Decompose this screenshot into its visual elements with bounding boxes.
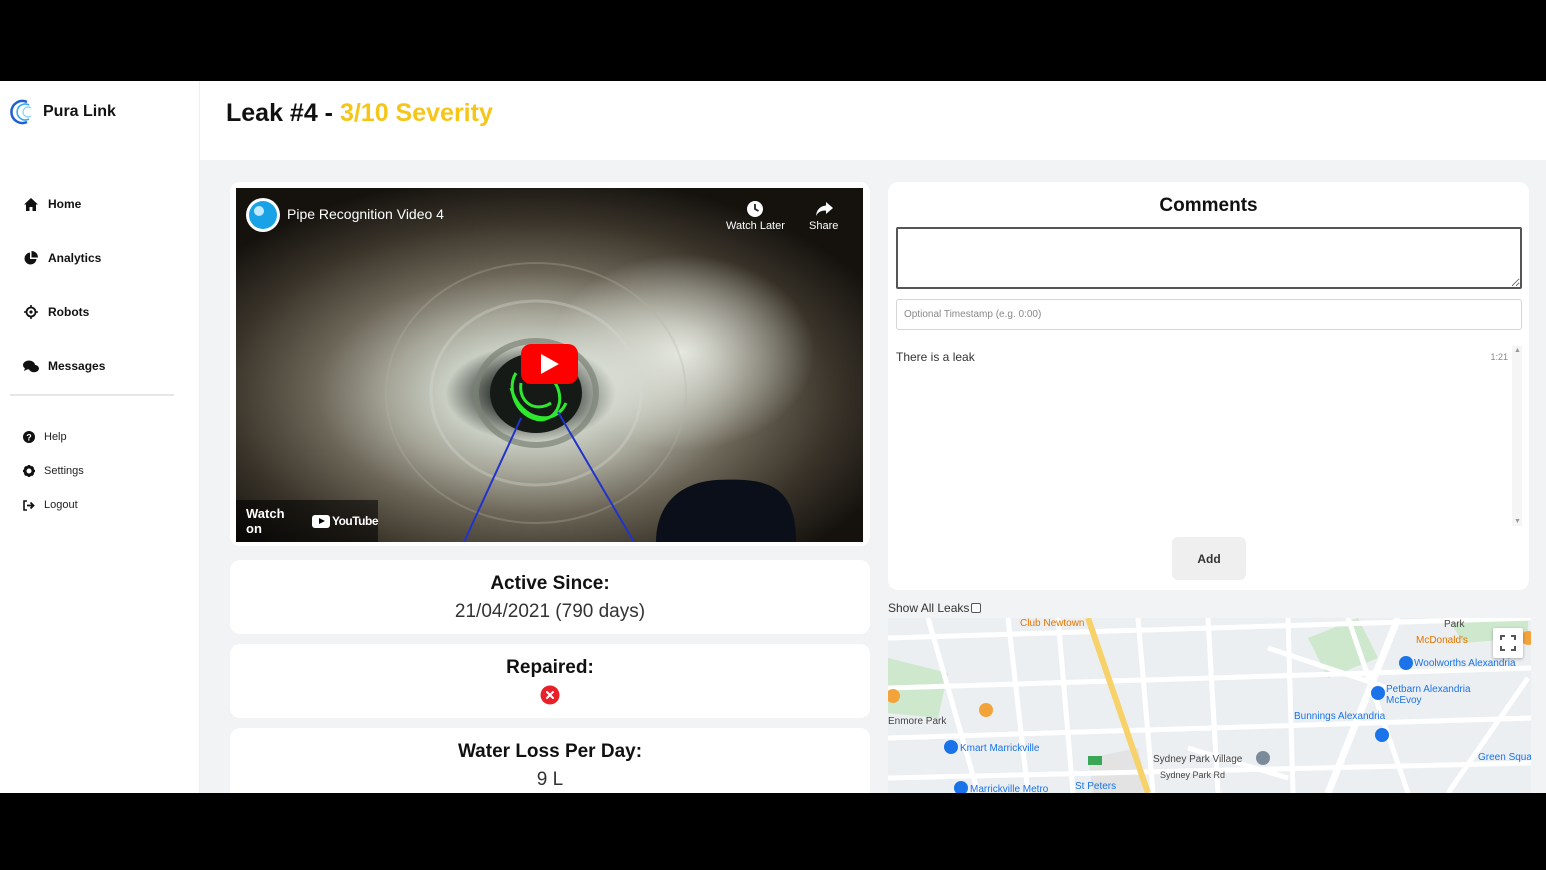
channel-avatar[interactable] — [246, 198, 280, 232]
sidebar-item-label: Analytics — [48, 251, 102, 265]
sidebar-item-analytics[interactable]: Analytics — [22, 231, 182, 285]
comment-list[interactable]: There is a leak 1:21 ▲ ▼ — [896, 346, 1522, 526]
crosshair-icon — [22, 303, 40, 321]
sidebar: Pura Link Home Analytics Robots Messages… — [0, 81, 200, 793]
sidebar-divider — [10, 394, 174, 396]
app-window: Pura Link Home Analytics Robots Messages… — [0, 81, 1546, 793]
sidebar-item-label: Messages — [48, 359, 106, 373]
chat-icon — [22, 357, 40, 375]
comments-title: Comments — [1159, 195, 1258, 216]
map-label[interactable]: Kmart Marrickville — [960, 743, 1039, 754]
repaired-label: Repaired: — [506, 657, 594, 678]
sidebar-item-logout[interactable]: Logout — [22, 488, 182, 522]
home-icon — [22, 195, 40, 213]
video-title[interactable]: Pipe Recognition Video 4 — [287, 206, 444, 222]
map-label[interactable]: Woolworths Alexandria — [1414, 658, 1516, 669]
youtube-logo-icon: YouTube — [311, 514, 379, 528]
active-since-label: Active Since: — [490, 573, 610, 594]
watch-later-label: Watch Later — [726, 220, 785, 232]
comment-text: There is a leak — [896, 350, 975, 364]
timestamp-input[interactable] — [896, 299, 1522, 330]
show-all-leaks-label: Show All Leaks — [888, 601, 970, 615]
show-all-leaks-checkbox[interactable] — [971, 603, 982, 613]
clock-icon — [746, 198, 764, 220]
map-label[interactable]: Petbarn Alexandria McEvoy — [1386, 684, 1486, 706]
scroll-up-icon[interactable]: ▲ — [1514, 347, 1521, 354]
watch-on-youtube-button[interactable]: Watch on YouTube — [236, 500, 379, 542]
comment-timestamp[interactable]: 1:21 — [1490, 352, 1508, 362]
map-label[interactable]: Green Square — [1478, 752, 1531, 763]
sidebar-item-label: Home — [48, 197, 82, 211]
water-loss-card: Water Loss Per Day: 9 L — [230, 728, 870, 793]
play-icon — [540, 354, 559, 374]
sidebar-item-label: Logout — [44, 499, 78, 511]
sidebar-item-messages[interactable]: Messages — [22, 339, 182, 393]
map-label[interactable]: Bunnings Alexandria — [1294, 711, 1385, 722]
logout-icon — [22, 498, 36, 512]
map-fullscreen-button[interactable] — [1493, 628, 1523, 658]
fullscreen-icon — [1500, 635, 1516, 651]
sidebar-item-home[interactable]: Home — [22, 177, 182, 231]
severity-label: 3/10 Severity — [339, 99, 493, 127]
water-loss-value: 9 L — [536, 769, 564, 790]
map-label[interactable]: Sydney Park Rd — [1160, 770, 1225, 780]
pura-link-logo-icon — [10, 99, 36, 125]
youtube-label: YouTube — [331, 514, 379, 528]
sidebar-item-label: Help — [44, 431, 67, 443]
share-icon — [815, 198, 833, 220]
pie-chart-icon — [22, 249, 40, 267]
sidebar-item-help[interactable]: ? Help — [22, 420, 182, 454]
active-since-card: Active Since: 21/04/2021 (790 days) — [230, 560, 870, 634]
play-button[interactable] — [521, 344, 578, 384]
comment-scrollbar[interactable]: ▲ ▼ — [1512, 346, 1522, 526]
share-label: Share — [809, 220, 839, 232]
page-header: Leak #4 - 3/10 Severity — [200, 81, 1546, 160]
page-title: Leak #4 - 3/10 Severity — [226, 99, 493, 128]
brand-name: Pura Link — [43, 103, 116, 120]
map-label[interactable]: McDonald's — [1416, 635, 1468, 646]
share-button[interactable]: Share — [809, 198, 838, 232]
map-label[interactable]: Marrickville Metro — [970, 784, 1048, 793]
map-label[interactable]: Club Newtown — [1020, 618, 1084, 629]
question-icon: ? — [22, 430, 36, 444]
map-label[interactable]: Enmore Park — [888, 716, 946, 727]
map-label[interactable]: Sydney Park Village — [1153, 754, 1242, 765]
video-card: Pipe Recognition Video 4 Watch Later Sha… — [230, 182, 870, 546]
primary-nav: Home Analytics Robots Messages — [22, 177, 182, 393]
sidebar-item-label: Settings — [44, 465, 84, 477]
main-content: Pipe Recognition Video 4 Watch Later Sha… — [200, 160, 1546, 793]
sidebar-item-settings[interactable]: Settings — [22, 454, 182, 488]
watch-later-button[interactable]: Watch Later — [726, 198, 785, 232]
watch-on-label: Watch on — [246, 506, 285, 536]
gear-icon — [22, 464, 36, 478]
map-label[interactable]: Park — [1444, 619, 1465, 630]
add-comment-button[interactable]: Add — [1172, 537, 1246, 580]
svg-text:?: ? — [26, 432, 32, 442]
map[interactable]: Club Newtown McDonald's Woolworths Alexa… — [888, 618, 1531, 793]
letterbox-bottom — [0, 793, 1546, 870]
water-loss-label: Water Loss Per Day: — [457, 741, 643, 762]
repaired-status — [230, 685, 870, 711]
comment-textarea[interactable] — [896, 227, 1522, 289]
close-circle-icon — [540, 685, 560, 705]
repaired-card: Repaired: — [230, 644, 870, 718]
letterbox-top — [0, 0, 1546, 81]
sidebar-item-label: Robots — [48, 305, 90, 319]
sidebar-item-robots[interactable]: Robots — [22, 285, 182, 339]
show-all-leaks-toggle[interactable]: Show All Leaks — [888, 601, 982, 615]
map-label[interactable]: St Peters — [1075, 781, 1116, 792]
comments-card: Comments There is a leak 1:21 ▲ ▼ Add — [888, 182, 1529, 590]
brand[interactable]: Pura Link — [10, 99, 116, 125]
scroll-down-icon[interactable]: ▼ — [1514, 518, 1521, 525]
secondary-nav: ? Help Settings Logout — [22, 420, 182, 522]
active-since-value: 21/04/2021 (790 days) — [454, 601, 646, 622]
leak-title: Leak #4 - — [226, 99, 340, 127]
video-player[interactable]: Pipe Recognition Video 4 Watch Later Sha… — [236, 188, 863, 542]
